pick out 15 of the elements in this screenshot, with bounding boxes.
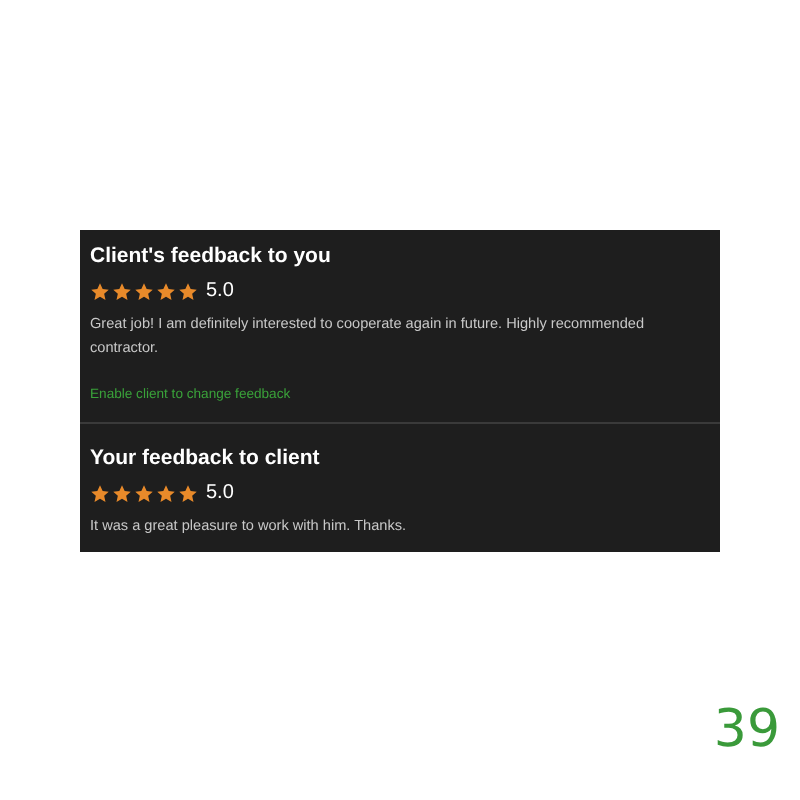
section-title: Your feedback to client [90, 444, 322, 472]
star-icon [112, 282, 132, 302]
rating-value: 5.0 [206, 280, 234, 304]
star-icon [156, 484, 176, 504]
star-icon [90, 484, 110, 504]
star-icon [178, 484, 198, 504]
star-icon [134, 282, 154, 302]
star-icon [178, 282, 198, 302]
star-icon [90, 282, 110, 302]
star-icon [156, 282, 176, 302]
page-number: 39 [713, 700, 780, 760]
star-icon [134, 484, 154, 504]
section-title: Client's feedback to you [90, 242, 333, 270]
star-icon [112, 484, 132, 504]
rating-value: 5.0 [206, 482, 234, 506]
